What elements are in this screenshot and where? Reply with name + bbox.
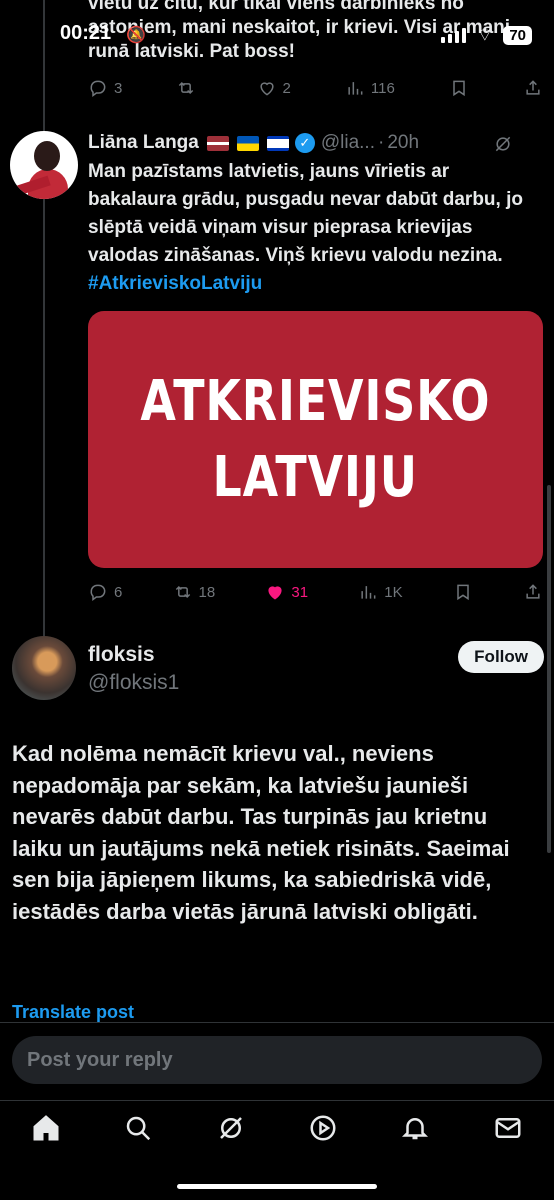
- bookmark-button[interactable]: [449, 78, 469, 98]
- home-indicator: [177, 1184, 377, 1189]
- verified-icon: ✓: [294, 133, 315, 153]
- views-icon: [348, 82, 363, 95]
- reply-input[interactable]: [12, 1036, 542, 1084]
- share-icon: [526, 584, 540, 599]
- tweet-media[interactable]: ATKRIEVISKO LATVIJU: [88, 311, 543, 568]
- bell-off-icon: 🔕: [126, 27, 146, 44]
- bookmark-icon: [453, 80, 465, 97]
- author-name[interactable]: Liāna Langa: [88, 132, 199, 154]
- heart-icon: [268, 586, 282, 600]
- search-icon: [127, 1116, 151, 1141]
- author-handle[interactable]: @lia...: [321, 132, 375, 154]
- clock: 00:21: [60, 22, 112, 44]
- ukraine-flag-icon: [236, 135, 259, 151]
- like-button[interactable]: 31: [265, 582, 308, 602]
- media-text-line2: LATVIJU: [212, 444, 419, 510]
- latvia-flag-icon: [206, 135, 229, 151]
- hashtag-link[interactable]: #AtkrieviskoLatviju: [88, 273, 262, 294]
- nav-search[interactable]: [113, 1109, 163, 1159]
- video-icon: [310, 1115, 336, 1141]
- nav-grok[interactable]: [206, 1109, 256, 1159]
- tweet-actions: 6 18 31 1K: [88, 582, 543, 602]
- israel-flag-icon: [266, 135, 289, 151]
- share-button[interactable]: [523, 78, 543, 98]
- views-button[interactable]: 116: [345, 78, 395, 98]
- reply-icon: [90, 584, 106, 601]
- share-icon: [526, 80, 540, 95]
- bookmark-button[interactable]: [453, 582, 473, 602]
- wifi-icon: ⌔: [476, 25, 494, 45]
- status-bar: 00:21 🔕 ⌔ 70: [0, 22, 554, 52]
- bookmark-icon: [457, 584, 469, 601]
- avatar[interactable]: [12, 636, 76, 700]
- reply-icon: [90, 80, 106, 97]
- author-name[interactable]: floksis: [88, 643, 155, 667]
- nav-messages[interactable]: [483, 1109, 533, 1159]
- media-text-line1: ATKRIEVISKO: [140, 368, 491, 434]
- heart-icon: [259, 82, 274, 96]
- like-button[interactable]: 2: [257, 78, 291, 98]
- grok-icon[interactable]: [493, 134, 513, 154]
- messages-icon: [495, 1118, 521, 1138]
- tweet-text: Kad nolēma nemācīt krievu val., neviens …: [12, 741, 510, 924]
- repost-button[interactable]: 18: [173, 582, 215, 602]
- views-icon: [361, 586, 376, 599]
- thread-line: [43, 0, 45, 640]
- tweet-header: Liāna Langa ✓ @lia... · 20h: [88, 132, 420, 154]
- grok-icon: [219, 1117, 242, 1139]
- notifications-icon: [402, 1118, 429, 1140]
- nav-video[interactable]: [298, 1109, 348, 1159]
- translate-post-link[interactable]: Translate post: [12, 1002, 134, 1023]
- follow-button[interactable]: Follow: [458, 641, 544, 673]
- signal-icon: [441, 28, 467, 43]
- tweet-text: Man pazīstams latvietis, jauns vīrietis …: [88, 161, 523, 294]
- share-button[interactable]: [523, 582, 543, 602]
- views-button[interactable]: 1K: [358, 582, 403, 602]
- nav-home[interactable]: [21, 1109, 71, 1159]
- scrollbar[interactable]: [547, 485, 551, 853]
- repost-icon: [175, 585, 190, 599]
- nav-notifications[interactable]: [390, 1109, 440, 1159]
- repost-icon: [179, 81, 194, 95]
- prev-tweet-actions: 3 2 116: [88, 78, 543, 98]
- reply-button[interactable]: 6: [88, 582, 122, 602]
- repost-button[interactable]: [176, 78, 202, 98]
- home-icon: [33, 1115, 59, 1141]
- tweet-time: 20h: [387, 132, 420, 153]
- author-handle[interactable]: @floksis1: [88, 671, 179, 695]
- reply-button[interactable]: 3: [88, 78, 122, 98]
- avatar[interactable]: [10, 131, 78, 199]
- battery-indicator: 70: [503, 26, 532, 45]
